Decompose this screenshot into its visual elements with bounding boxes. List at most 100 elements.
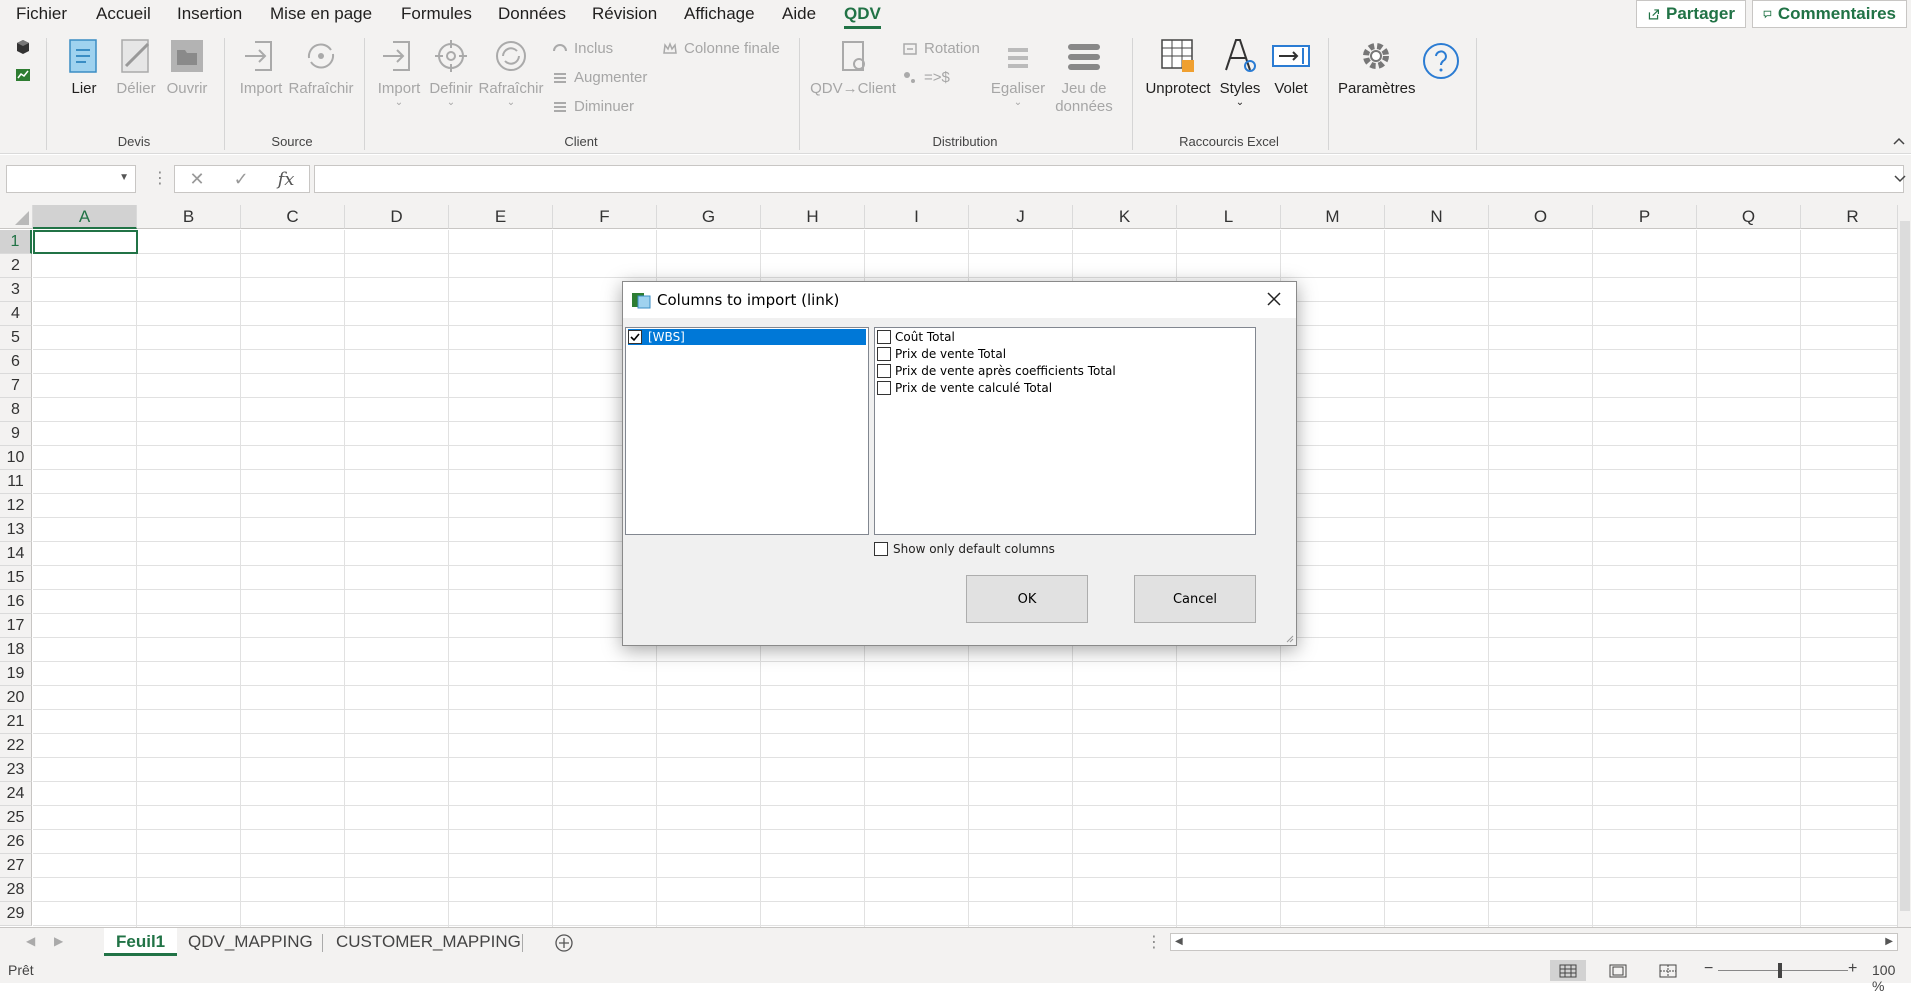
tab-qdv[interactable]: QDV <box>844 4 881 29</box>
row-header-12[interactable]: 12 <box>0 494 32 518</box>
source-refresh-button[interactable]: Rafraîchir <box>288 36 354 98</box>
sheet-tab-customer-mapping[interactable]: CUSTOMER_MAPPING <box>324 928 533 956</box>
column-header-f[interactable]: F <box>553 205 657 229</box>
active-cell[interactable] <box>33 230 138 254</box>
row-header-8[interactable]: 8 <box>0 398 32 422</box>
rotation-button[interactable]: Rotation <box>902 40 980 57</box>
list-item-prix-vente-calcule[interactable]: Prix de vente calculé Total <box>877 380 1052 396</box>
client-import-button[interactable]: Import ⌄ <box>374 36 424 108</box>
row-header-6[interactable]: 6 <box>0 350 32 374</box>
formula-input[interactable] <box>314 165 1904 193</box>
column-header-l[interactable]: L <box>1177 205 1281 229</box>
tab-mise-en-page[interactable]: Mise en page <box>270 4 372 24</box>
ouvrir-button[interactable]: Ouvrir <box>164 36 210 98</box>
column-header-n[interactable]: N <box>1385 205 1489 229</box>
scroll-left-icon[interactable]: ◀ <box>26 934 35 948</box>
zoom-in-icon[interactable]: + <box>1848 960 1857 978</box>
sheet-tab-feuil1[interactable]: Feuil1 <box>104 928 178 956</box>
zoom-slider-thumb[interactable] <box>1778 963 1782 978</box>
cancel-entry-icon[interactable]: ✕ <box>189 169 204 190</box>
column-checkbox[interactable] <box>877 330 891 344</box>
to-dollar-button[interactable]: =>$ <box>902 69 950 86</box>
row-header-13[interactable]: 13 <box>0 518 32 542</box>
column-header-p[interactable]: P <box>1593 205 1697 229</box>
expand-formula-icon[interactable] <box>1894 175 1906 183</box>
column-header-h[interactable]: H <box>761 205 865 229</box>
scroll-thumb[interactable] <box>1900 221 1910 911</box>
ok-button[interactable]: OK <box>966 575 1088 623</box>
row-header-22[interactable]: 22 <box>0 734 32 758</box>
row-header-28[interactable]: 28 <box>0 878 32 902</box>
zoom-out-icon[interactable]: − <box>1704 960 1713 978</box>
list-item-prix-vente-total[interactable]: Prix de vente Total <box>877 346 1006 362</box>
zoom-slider[interactable] <box>1718 970 1848 971</box>
row-header-3[interactable]: 3 <box>0 278 32 302</box>
zoom-level[interactable]: 100 % <box>1872 962 1911 994</box>
show-default-option[interactable]: Show only default columns <box>874 542 1055 556</box>
column-header-k[interactable]: K <box>1073 205 1177 229</box>
inclus-button[interactable]: Inclus <box>552 40 613 57</box>
add-sheet-icon[interactable] <box>554 933 574 953</box>
tab-revision[interactable]: Révision <box>592 4 657 24</box>
row-header-7[interactable]: 7 <box>0 374 32 398</box>
green-chart-icon[interactable] <box>14 66 32 84</box>
scroll-right-icon[interactable]: ▶ <box>1885 936 1893 947</box>
lier-button[interactable]: Lier <box>62 36 106 98</box>
horizontal-scrollbar[interactable]: ◀ ▶ <box>1170 933 1898 951</box>
share-button[interactable]: Partager <box>1636 0 1746 28</box>
column-header-d[interactable]: D <box>345 205 449 229</box>
row-header-18[interactable]: 18 <box>0 638 32 662</box>
column-header-r[interactable]: R <box>1801 205 1905 229</box>
resize-grip-icon[interactable] <box>1284 633 1294 643</box>
tab-fichier[interactable]: Fichier <box>16 4 67 24</box>
page-layout-view-button[interactable] <box>1600 960 1636 981</box>
wbs-list[interactable]: [WBS] <box>625 327 869 535</box>
column-header-i[interactable]: I <box>865 205 969 229</box>
colonne-finale-button[interactable]: Colonne finale <box>662 40 780 57</box>
row-header-20[interactable]: 20 <box>0 686 32 710</box>
confirm-entry-icon[interactable]: ✓ <box>234 169 249 190</box>
select-all-corner[interactable] <box>0 205 33 229</box>
delier-button[interactable]: Délier <box>114 36 158 98</box>
page-break-view-button[interactable] <box>1650 960 1686 981</box>
tab-affichage[interactable]: Affichage <box>684 4 755 24</box>
row-header-4[interactable]: 4 <box>0 302 32 326</box>
name-box[interactable]: ▼ <box>6 165 136 193</box>
row-header-11[interactable]: 11 <box>0 470 32 494</box>
row-header-10[interactable]: 10 <box>0 446 32 470</box>
row-header-25[interactable]: 25 <box>0 806 32 830</box>
splitter-handle-icon[interactable]: ⋮ <box>1146 932 1162 952</box>
row-header-19[interactable]: 19 <box>0 662 32 686</box>
column-header-b[interactable]: B <box>137 205 241 229</box>
cancel-button[interactable]: Cancel <box>1134 575 1256 623</box>
column-checkbox[interactable] <box>877 381 891 395</box>
scroll-right-icon[interactable]: ▶ <box>54 934 63 948</box>
vertical-scrollbar[interactable] <box>1897 205 1911 927</box>
scroll-left-icon[interactable]: ◀ <box>1175 936 1183 947</box>
chevron-down-icon[interactable]: ▼ <box>119 172 129 183</box>
client-refresh-button[interactable]: Rafraîchir ⌄ <box>478 36 544 108</box>
diminuer-button[interactable]: Diminuer <box>552 98 634 115</box>
row-header-26[interactable]: 26 <box>0 830 32 854</box>
list-item-cout-total[interactable]: Coût Total <box>877 329 955 345</box>
row-header-15[interactable]: 15 <box>0 566 32 590</box>
unprotect-button[interactable]: Unprotect <box>1142 36 1214 98</box>
row-header-17[interactable]: 17 <box>0 614 32 638</box>
dialog-titlebar[interactable]: Columns to import (link) <box>623 282 1296 318</box>
source-import-button[interactable]: Import <box>236 36 286 98</box>
qdv-client-button[interactable]: QDV→Client <box>810 36 896 98</box>
cube-icon[interactable] <box>14 38 32 56</box>
tab-aide[interactable]: Aide <box>782 4 816 24</box>
egaliser-button[interactable]: Egaliser ⌄ <box>986 36 1050 108</box>
row-header-27[interactable]: 27 <box>0 854 32 878</box>
column-header-a[interactable]: A <box>33 205 137 229</box>
column-header-g[interactable]: G <box>657 205 761 229</box>
jeu-de-donnees-button[interactable]: Jeu de données <box>1050 36 1118 116</box>
column-header-q[interactable]: Q <box>1697 205 1801 229</box>
row-header-29[interactable]: 29 <box>0 902 32 926</box>
list-item-prix-vente-apres-coeff[interactable]: Prix de vente après coefficients Total <box>877 363 1116 379</box>
collapse-ribbon-icon[interactable] <box>1892 136 1906 146</box>
row-header-2[interactable]: 2 <box>0 254 32 278</box>
column-header-m[interactable]: M <box>1281 205 1385 229</box>
column-header-c[interactable]: C <box>241 205 345 229</box>
